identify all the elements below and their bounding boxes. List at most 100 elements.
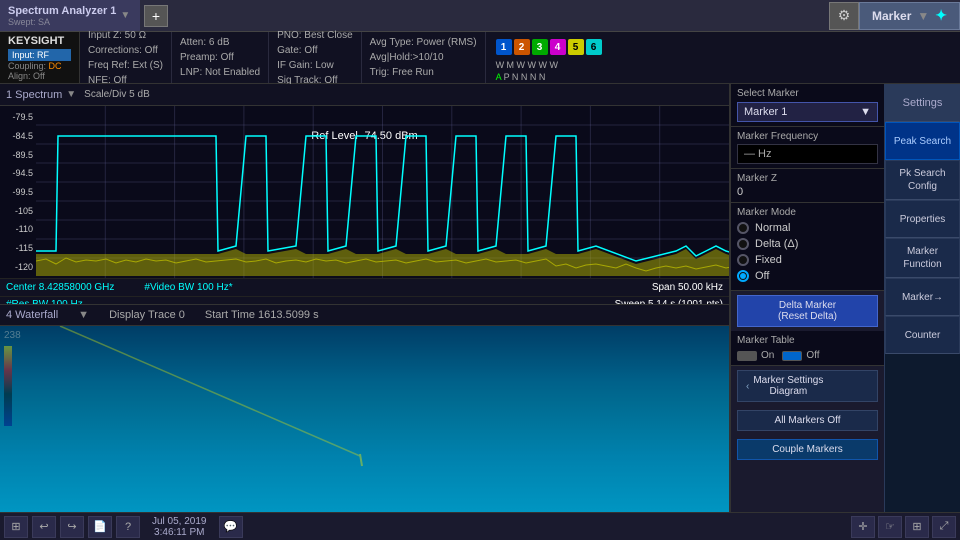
radio-inner: [740, 273, 746, 279]
marker-function-button[interactable]: Marker Function: [885, 238, 960, 278]
spectrum-panel: 1 Spectrum ▼ Scale/Div 5 dB Ref Level -7…: [0, 84, 730, 512]
time-text: 3:46:11 PM: [152, 527, 207, 538]
mode-off-option[interactable]: Off: [737, 270, 878, 282]
properties-button[interactable]: Properties: [885, 200, 960, 238]
settings-sidebar-button[interactable]: Settings: [885, 84, 960, 122]
windows-start-button[interactable]: ⊞: [4, 516, 28, 538]
mode-normal-label: Normal: [755, 222, 790, 234]
info-col-4: Avg Type: Power (RMS) Avg|Hold:>10/10 Tr…: [362, 32, 486, 83]
marker-table-on-toggle: [737, 351, 757, 361]
video-bw: #Video BW 100 Hz*: [144, 282, 232, 293]
back-button[interactable]: ↩: [32, 516, 56, 538]
delta-marker-button[interactable]: Delta Marker (Reset Delta): [737, 295, 878, 327]
expand-button[interactable]: ⤢: [932, 516, 956, 538]
marker-table-on[interactable]: On: [737, 350, 774, 361]
marker-select-chevron: ▼: [860, 106, 871, 118]
mode-fixed-option[interactable]: Fixed: [737, 254, 878, 266]
delta-btn-line2: (Reset Delta): [746, 311, 869, 322]
help-button[interactable]: ?: [116, 516, 140, 538]
y-axis: -79.5 -84.5 -89.5 -94.5 -99.5 -105 -110 …: [0, 106, 36, 278]
grid-icon: ⊞: [912, 520, 921, 533]
wm-row: W M W W W W: [490, 59, 608, 71]
app-title-section: Spectrum Analyzer 1 Swept: SA ▼: [0, 0, 140, 31]
ap-a: A: [496, 72, 502, 82]
taskbar-right-buttons: ✛ ☞ ⊞ ⤢: [851, 516, 956, 538]
mode-delta-option[interactable]: Delta (Δ): [737, 238, 878, 250]
marker-arrow-button[interactable]: Marker→: [885, 278, 960, 316]
waterfall-panel: 4 Waterfall ▼ Display Trace 0 Start Time…: [0, 304, 729, 512]
pk-search-config-button[interactable]: Pk Search Config: [885, 160, 960, 200]
touch-icon: ☞: [885, 520, 895, 533]
spectrum-bottom-stats: Center 8.42858000 GHz #Video BW 100 Hz* …: [0, 278, 729, 296]
select-marker-label: Select Marker: [737, 88, 878, 99]
waterfall-start-time: Start Time 1613.5099 s: [205, 309, 319, 321]
spectrum-canvas[interactable]: Ref Level -74.50 dBm -79.5 -84.5 -89.5 -…: [0, 106, 729, 278]
spectrum-dropdown-icon: ▼: [66, 89, 76, 100]
file-button[interactable]: 📄: [88, 516, 112, 538]
y-label-5: -105: [0, 206, 36, 216]
marker-label: Marker: [872, 9, 911, 23]
marker-freq-section: Marker Frequency — Hz: [731, 127, 884, 169]
chat-icon: 💬: [224, 520, 238, 533]
marker-select-dropdown[interactable]: Marker 1 ▼: [737, 102, 878, 122]
right-sidebar: Settings Peak Search Pk Search Config Pr…: [884, 84, 960, 512]
move-button[interactable]: ✛: [851, 516, 875, 538]
marker-menu-button[interactable]: Marker ▼ ✦: [859, 2, 960, 30]
grid-view-button[interactable]: ⊞: [905, 516, 929, 538]
info-col-3: PNO: Best Close Gate: Off IF Gain: Low S…: [269, 32, 362, 83]
settings-gear-button[interactable]: ⚙: [829, 2, 859, 30]
marker-z-value: 0: [737, 186, 878, 198]
delta-btn-line1: Delta Marker: [746, 300, 869, 311]
marker-num-badges: 1 2 3 4 5 6: [490, 35, 608, 59]
couple-markers-button[interactable]: Couple Markers: [737, 439, 878, 460]
keysight-text: KEYSIGHT: [8, 35, 71, 47]
peak-search-button[interactable]: Peak Search: [885, 122, 960, 160]
marker-settings-diagram-button[interactable]: ‹ Marker Settings Diagram: [737, 370, 878, 402]
right-panel: Select Marker Marker 1 ▼ Marker Frequenc…: [730, 84, 960, 512]
add-tab-button[interactable]: +: [144, 5, 168, 27]
forward-button[interactable]: ↪: [60, 516, 84, 538]
expand-icon: ⤢: [940, 520, 949, 533]
touch-button[interactable]: ☞: [878, 516, 902, 538]
help-icon: ?: [125, 521, 131, 533]
mode-fixed-label: Fixed: [755, 254, 782, 266]
marker-table-off[interactable]: Off: [782, 350, 819, 361]
marker-badge-6: 6: [586, 39, 602, 55]
rf-badge: Input: RF: [8, 49, 71, 61]
marker-badge-1: 1: [496, 39, 512, 55]
marker-z-label: Marker Z: [737, 173, 878, 184]
app-title: Spectrum Analyzer 1: [8, 5, 116, 17]
app-subtitle: Swept: SA: [8, 17, 116, 27]
y-label-6: -110: [0, 224, 36, 234]
marker-badge-2: 2: [514, 39, 530, 55]
marker-table-options: On Off: [737, 350, 878, 361]
y-label-3: -94.5: [0, 168, 36, 178]
spectrum-header: 1 Spectrum ▼ Scale/Div 5 dB: [0, 84, 729, 106]
waterfall-canvas[interactable]: 238: [0, 326, 729, 512]
marker-table-off-toggle: [782, 351, 802, 361]
scale-label: Scale/Div 5 dB: [84, 89, 150, 100]
mode-normal-option[interactable]: Normal: [737, 222, 878, 234]
right-top: Select Marker Marker 1 ▼ Marker Frequenc…: [731, 84, 960, 512]
marker-badge-4: 4: [550, 39, 566, 55]
mode-normal-radio: [737, 222, 749, 234]
marker-table-off-label: Off: [806, 350, 819, 361]
mode-off-label: Off: [755, 270, 769, 282]
chat-button[interactable]: 💬: [219, 516, 243, 538]
keysight-logo: KEYSIGHT Input: RF Coupling: DC Align: O…: [0, 32, 80, 83]
counter-button[interactable]: Counter: [885, 316, 960, 354]
waterfall-trace-svg: [0, 326, 729, 512]
forward-icon: ↪: [67, 520, 76, 533]
waterfall-header: 4 Waterfall ▼ Display Trace 0 Start Time…: [0, 304, 729, 326]
grid-area: [36, 106, 729, 278]
marker-freq-label: Marker Frequency: [737, 131, 878, 142]
marker-table-label: Marker Table: [737, 335, 878, 346]
span-stat: Span 50.00 kHz: [652, 282, 723, 293]
info-bar: KEYSIGHT Input: RF Coupling: DC Align: O…: [0, 32, 960, 84]
waterfall-display-trace: Display Trace 0: [109, 309, 185, 321]
datetime-display: Jul 05, 2019 3:46:11 PM: [144, 516, 215, 538]
marker-mode-label: Marker Mode: [737, 207, 878, 218]
file-icon: 📄: [93, 520, 107, 533]
all-markers-off-button[interactable]: All Markers Off: [737, 410, 878, 431]
marker-badge-3: 3: [532, 39, 548, 55]
